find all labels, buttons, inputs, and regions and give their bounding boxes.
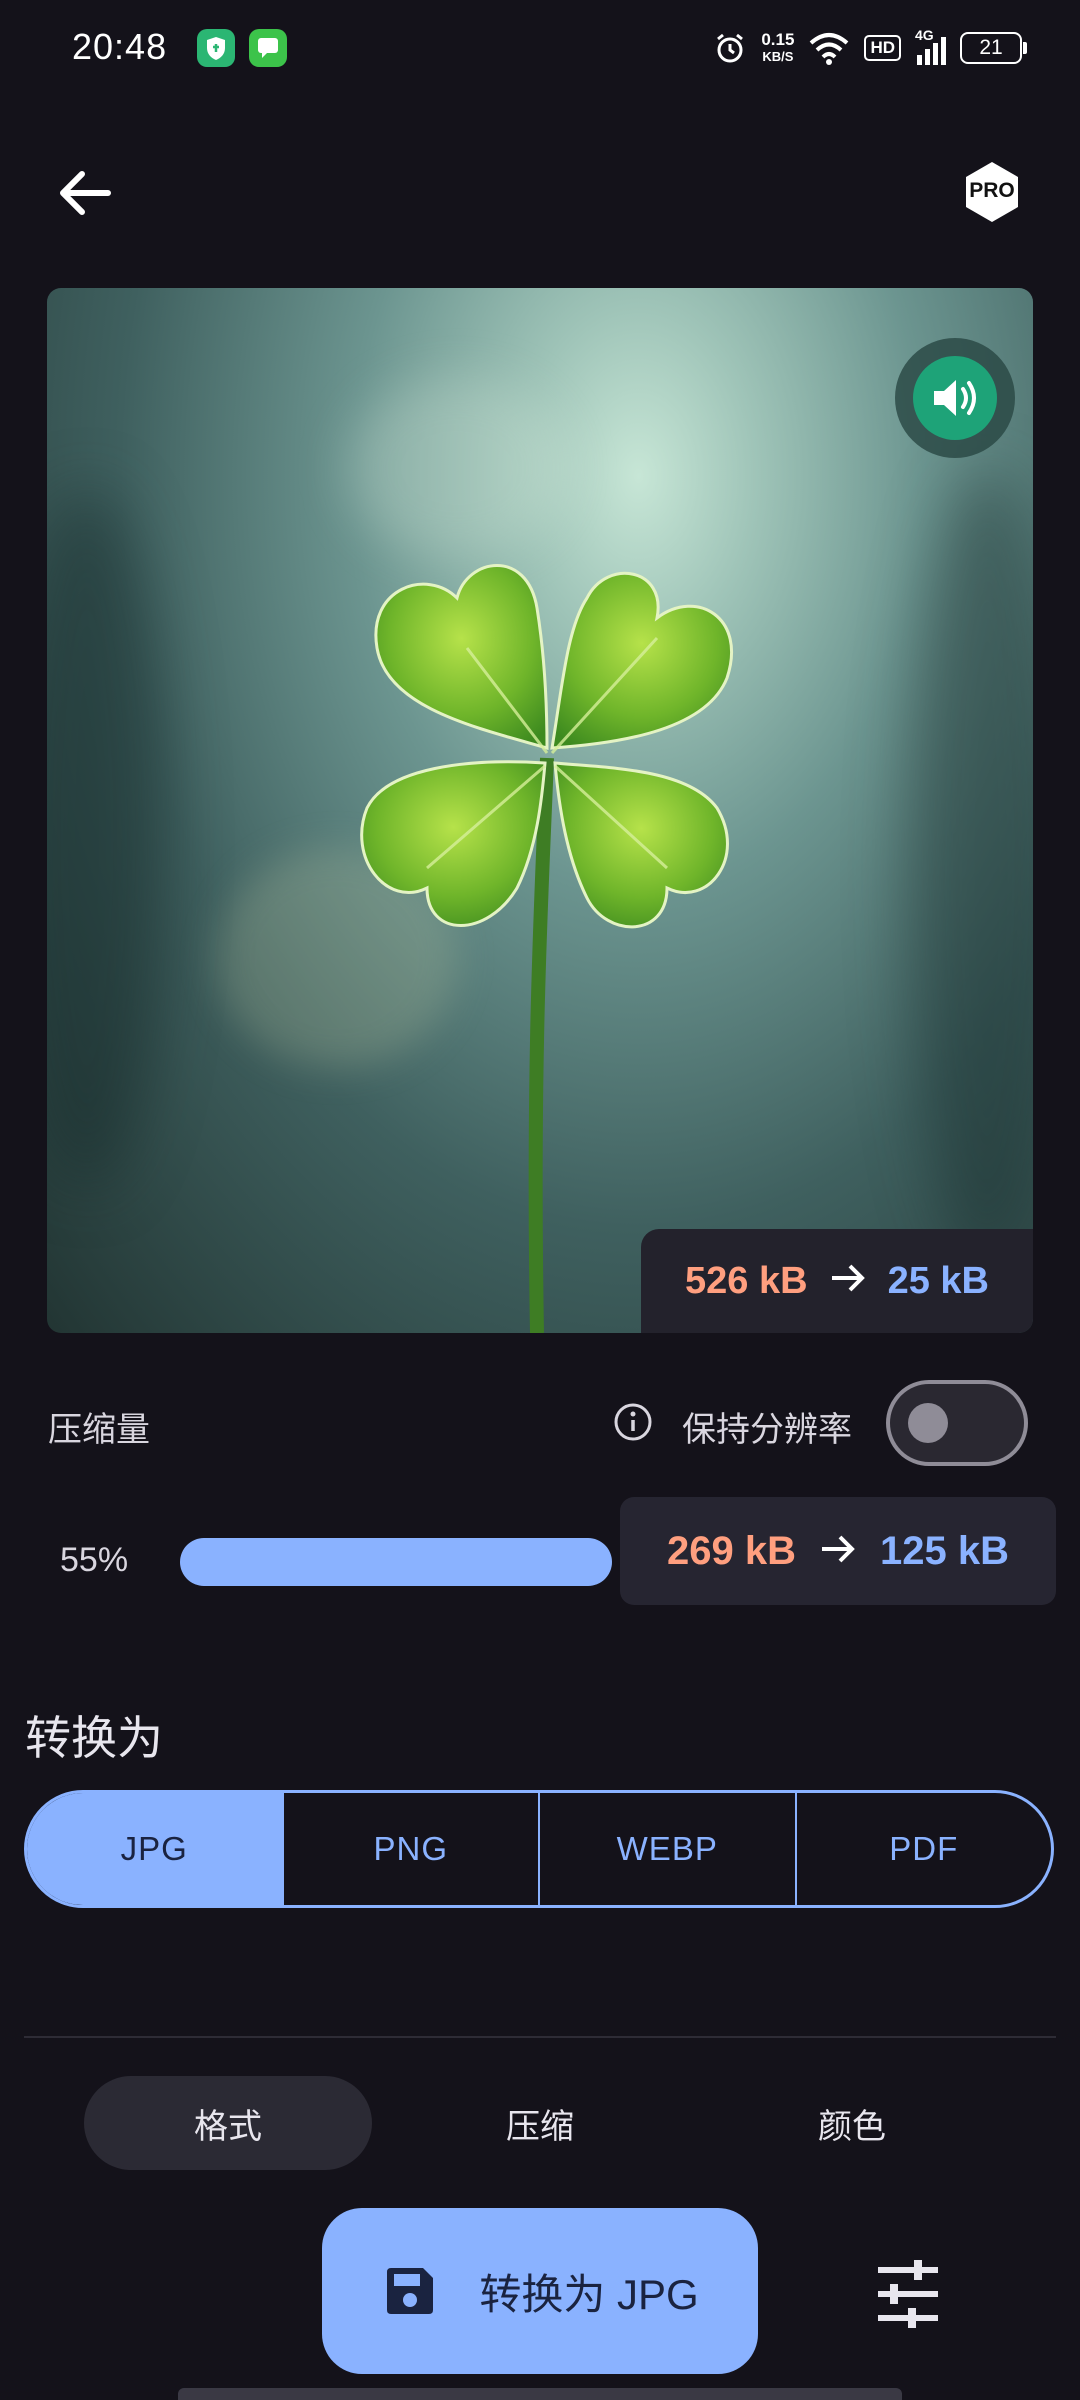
- status-time: 20:48: [72, 26, 168, 67]
- four-leaf-clover-image: [360, 564, 734, 1333]
- tab-format[interactable]: 格式: [84, 2076, 372, 2170]
- convert-button-label: 转换为 JPG: [479, 2270, 699, 2318]
- arrow-right-icon: [830, 1260, 866, 1303]
- tune-button[interactable]: [868, 2256, 948, 2332]
- keep-resolution-toggle[interactable]: [886, 1380, 1028, 1466]
- hd-badge: HD: [864, 35, 901, 61]
- info-icon[interactable]: [612, 1401, 654, 1443]
- arrow-left-icon: [60, 171, 111, 215]
- format-option-webp[interactable]: WEBP: [538, 1793, 795, 1905]
- original-size: 526 kB: [685, 1259, 808, 1302]
- tab-color[interactable]: 颜色: [708, 2076, 996, 2170]
- tune-icon: [878, 2260, 938, 2328]
- back-button[interactable]: [50, 158, 120, 228]
- alarm-icon: [717, 33, 744, 63]
- format-option-pdf[interactable]: PDF: [794, 1793, 1052, 1905]
- estimate-from-size: 269 kB: [667, 1528, 796, 1573]
- keep-resolution-label: 保持分辨率: [682, 1411, 852, 1449]
- convert-button[interactable]: 转换为 JPG: [322, 2208, 758, 2374]
- volume-icon: [934, 380, 976, 416]
- estimate-to-size: 125 kB: [880, 1528, 1009, 1573]
- format-selector: JPG PNG WEBP PDF: [24, 1790, 1054, 1908]
- tab-compress[interactable]: 压缩: [396, 2076, 684, 2170]
- compression-percent: 55%: [60, 1541, 129, 1579]
- signal-icon: 4G: [915, 27, 946, 65]
- wifi-icon: [810, 33, 849, 65]
- save-icon: [387, 2268, 434, 2314]
- pro-button[interactable]: PRO: [960, 160, 1024, 224]
- status-icons: 0.15 KB/S HD 4G 21: [713, 26, 1027, 70]
- network-speed: 0.15 KB/S: [761, 30, 795, 64]
- format-option-png[interactable]: PNG: [281, 1793, 539, 1905]
- message-app-icon: [249, 29, 287, 67]
- compression-slider[interactable]: [180, 1538, 612, 1586]
- result-size: 25 kB: [887, 1259, 989, 1302]
- estimated-size-badge: 269 kB 125 kB: [620, 1497, 1056, 1605]
- battery-icon: 21: [960, 32, 1027, 64]
- divider: [24, 2036, 1056, 2038]
- sound-button[interactable]: [895, 338, 1015, 458]
- security-app-icon: [197, 29, 235, 67]
- convert-to-title: 转换为: [25, 1712, 163, 1764]
- arrow-right-icon: [820, 1529, 856, 1574]
- bottom-sheet-handle: [178, 2388, 902, 2400]
- format-option-jpg[interactable]: JPG: [27, 1793, 282, 1905]
- image-preview[interactable]: 526 kB 25 kB: [47, 288, 1033, 1333]
- compression-amount-label: 压缩量: [48, 1411, 150, 1449]
- pro-label: PRO: [969, 179, 1015, 202]
- toggle-knob: [908, 1403, 948, 1443]
- size-comparison-badge: 526 kB 25 kB: [641, 1229, 1033, 1333]
